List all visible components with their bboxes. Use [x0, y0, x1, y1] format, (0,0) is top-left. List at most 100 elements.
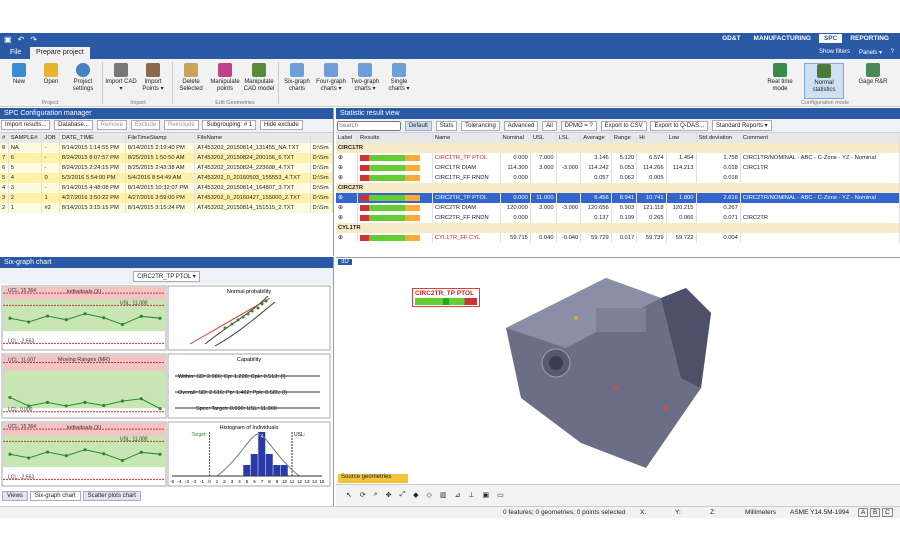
export-csv-button[interactable]: Export to CSV — [600, 121, 647, 131]
project-settings-button[interactable]: Project settings — [66, 63, 100, 92]
show-filters-link[interactable]: Show filters — [819, 49, 850, 55]
stat-group-row[interactable]: CYL1TR — [336, 223, 900, 233]
axis-icon[interactable]: ⊥ — [468, 491, 474, 500]
help-icon[interactable]: ? — [891, 49, 894, 55]
target-icon[interactable]: ⊕ — [336, 153, 359, 163]
filter-all[interactable]: All — [542, 121, 557, 131]
spc-table-row[interactable]: 5 4 0 5/3/2016 5:54:00 PM 5/4/2016 8:54:49 A… — [0, 173, 333, 183]
moving-range-chart-point[interactable] — [64, 404, 68, 408]
filter-stats[interactable]: Stats — [435, 121, 458, 131]
target-icon[interactable]: ⊕ — [336, 233, 359, 243]
probability-point[interactable] — [230, 322, 234, 326]
individuals-chart-point[interactable] — [64, 318, 68, 322]
individuals-chart-point[interactable] — [120, 322, 125, 327]
stat-col-header[interactable]: Std.deviation — [696, 133, 741, 143]
probability-point[interactable] — [250, 309, 254, 313]
stat-col-header[interactable]: LSL — [556, 133, 582, 143]
stat-search-input[interactable] — [337, 121, 401, 131]
undo-icon[interactable]: ↶ — [18, 35, 25, 44]
stat-table-row[interactable]: ⊕ CIRC2TR DIAM 120.000 3.000 -3.000 120.656 0.… — [336, 203, 900, 213]
stat-col-header[interactable]: Name — [432, 133, 501, 143]
individuals-chart-point[interactable] — [8, 316, 12, 320]
ptol-callout[interactable]: CIRC2TR_TP PTOL — [412, 288, 480, 307]
six-graph-charts-button[interactable]: Six-graph charts — [280, 63, 314, 92]
rotate-icon[interactable]: ⟳ — [360, 491, 366, 500]
manipulate-points-button[interactable]: Manipulate points — [208, 63, 242, 92]
mode-tab-reporting[interactable]: REPORTING — [845, 34, 894, 43]
spc-col-header[interactable]: JOB — [41, 133, 60, 143]
measure-icon[interactable]: ⊿ — [455, 491, 461, 500]
remove-button[interactable]: Remove — [96, 120, 127, 130]
tab-scatter-plots-chart[interactable]: Scatter plots chart — [82, 491, 141, 501]
individuals-chart-point[interactable] — [83, 312, 87, 316]
export-qdas-button[interactable]: Export to Q-DAS... — [650, 121, 709, 131]
pan-icon[interactable]: ✥ — [386, 491, 392, 500]
wireframe-icon[interactable]: ◇ — [427, 491, 432, 500]
normal-statistics-button[interactable]: Normal statistics — [804, 63, 844, 99]
individuals-chart-point[interactable] — [102, 316, 106, 320]
import-points-button[interactable]: Import Points ▾ — [136, 63, 170, 92]
spc-col-header[interactable]: # — [0, 133, 9, 143]
moving-range-chart-point[interactable] — [83, 400, 87, 404]
stat-col-header[interactable]: Low — [666, 133, 697, 143]
moving-range-chart-point[interactable] — [8, 395, 12, 400]
probability-point[interactable] — [236, 318, 240, 322]
single-charts-button[interactable]: Single charts ▾ — [382, 63, 416, 92]
panels-menu[interactable]: Panels ▾ — [859, 49, 882, 56]
moving-range-chart-point[interactable] — [139, 397, 143, 401]
real-time-mode-button[interactable]: Real time mode — [762, 63, 798, 92]
stat-col-header[interactable]: Label — [336, 133, 359, 143]
mode-tab-manufacturing[interactable]: MANUFACTURING — [749, 34, 816, 43]
stat-table-row[interactable]: ⊕ CIRC1TR_TP PTOL 0.000 7.000 3.146 5.120 6.57… — [336, 153, 900, 163]
histogram-bar[interactable] — [273, 465, 281, 476]
spc-col-header[interactable]: FileName — [194, 133, 311, 143]
view-cube-icon[interactable]: ▣ — [483, 491, 490, 500]
target-icon[interactable]: ⊕ — [336, 193, 359, 203]
redo-icon[interactable]: ↷ — [30, 35, 37, 44]
select-icon[interactable]: ↖ — [346, 491, 352, 500]
probability-point[interactable] — [260, 302, 264, 306]
stat-col-header[interactable]: Nominal — [500, 133, 531, 143]
spc-table-row[interactable]: 4 3-8/14/2015 4:48:08 PM 8/14/2015 10:32:0… — [0, 183, 333, 193]
ribbon-tab-prepare-project[interactable]: Prepare project — [30, 47, 90, 59]
moving-range-chart-point[interactable] — [120, 399, 125, 403]
dpmo-field[interactable]: DPMO = ? — [560, 121, 597, 131]
spc-col-header[interactable] — [310, 133, 333, 143]
individuals-chart-2-point[interactable] — [83, 448, 87, 452]
probability-point[interactable] — [241, 315, 245, 319]
stat-table-row[interactable]: ⊕ CIRC2TR_FF RNDN 0.000 0.137 0.199 0.265 0.06… — [336, 213, 900, 223]
individuals-chart-2-point[interactable] — [27, 456, 31, 460]
individuals-chart-point[interactable] — [27, 320, 31, 324]
individuals-chart-2-point[interactable] — [8, 452, 12, 456]
individuals-chart-2-point[interactable] — [158, 452, 162, 456]
units-label[interactable]: Millimeters — [745, 509, 776, 516]
spc-col-header[interactable]: DATE_TIME — [59, 133, 126, 143]
exclude-button[interactable]: Exclude — [130, 120, 161, 130]
probability-point[interactable] — [246, 312, 250, 316]
histogram-bar[interactable] — [250, 454, 258, 476]
stat-col-header[interactable]: USL — [530, 133, 557, 143]
stat-col-header[interactable]: Range — [611, 133, 638, 143]
spc-col-header[interactable]: SAMPLE# — [8, 133, 43, 143]
target-icon[interactable]: ⊕ — [336, 213, 359, 223]
individuals-chart-2-point[interactable] — [45, 450, 50, 454]
stat-col-header[interactable]: Results — [357, 133, 433, 143]
filter-tolerancing[interactable]: Tolerancing — [461, 121, 500, 131]
individuals-chart-2-point[interactable] — [102, 452, 106, 456]
tab-views[interactable]: Views — [2, 491, 28, 501]
source-geometries-tab[interactable]: Source geometries — [338, 474, 408, 483]
target-icon[interactable]: ⊕ — [336, 163, 359, 173]
cad-part-model[interactable] — [486, 268, 726, 478]
datum-b[interactable]: B — [870, 508, 881, 517]
individuals-chart-point[interactable] — [139, 314, 143, 318]
open-button[interactable]: Open — [34, 63, 68, 86]
import-results-button[interactable]: Import results... — [1, 120, 51, 130]
datum-a[interactable]: A — [858, 508, 869, 517]
3d-viewport[interactable]: 3D CIRC2TR_TP PTOL Source geometries ↖ ⟳ ⌕… — [336, 257, 900, 506]
moving-range-chart-point[interactable] — [45, 400, 50, 404]
target-icon[interactable]: ⊕ — [336, 203, 359, 213]
filter-advanced[interactable]: Advanced — [503, 121, 539, 131]
two-graph-charts-button[interactable]: Two-graph charts ▾ — [348, 63, 382, 92]
individuals-chart-point[interactable] — [45, 314, 50, 318]
database-button[interactable]: Database... — [54, 120, 93, 130]
